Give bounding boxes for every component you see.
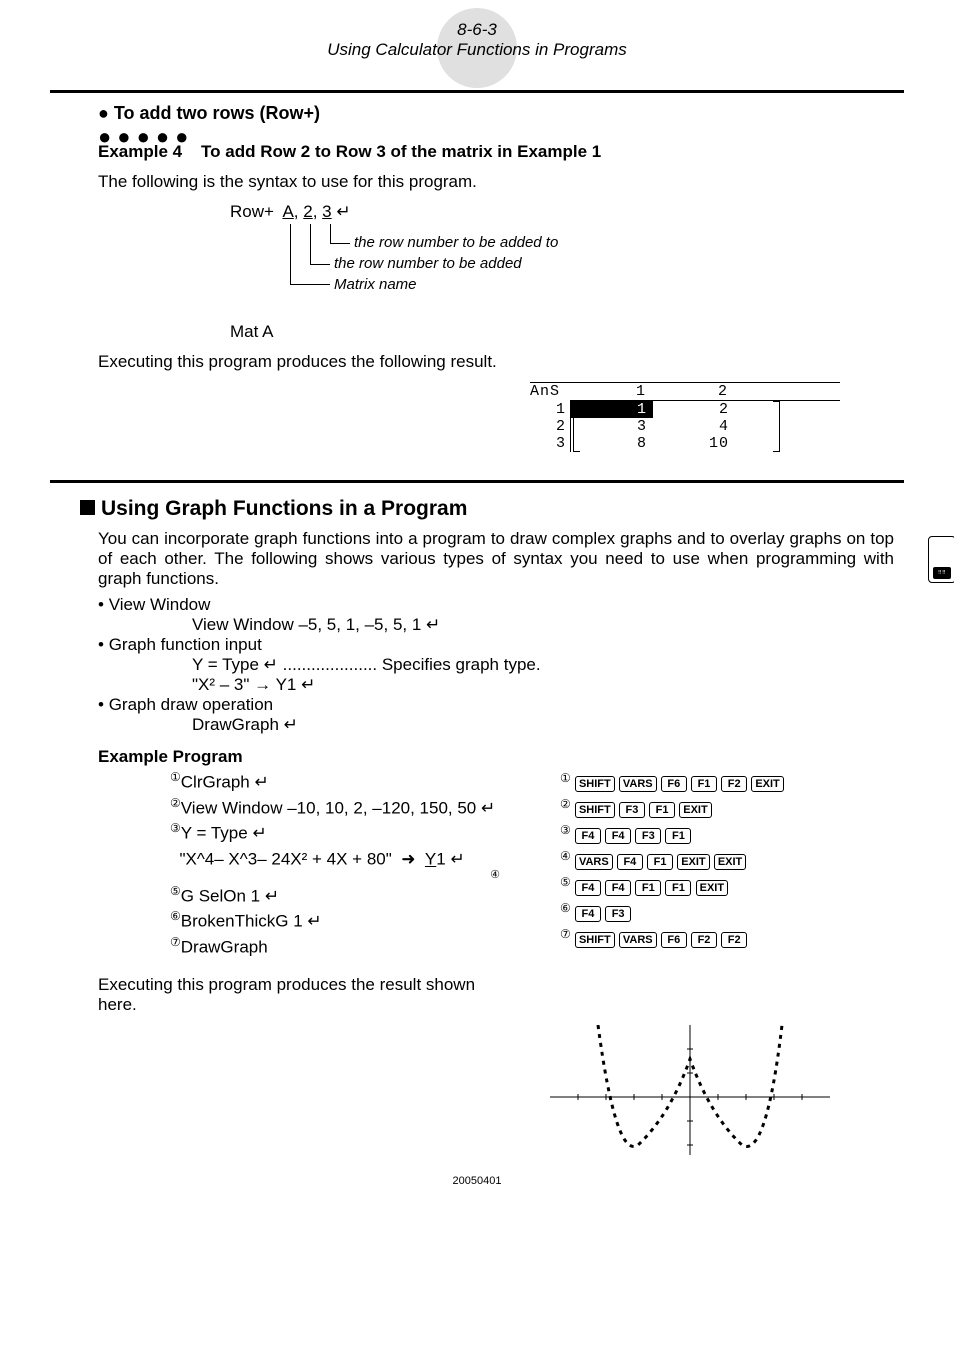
keycap: F3	[605, 906, 631, 922]
program-step: ⑤G SelOn 1 ↵	[170, 884, 530, 907]
keycap: EXIT	[714, 854, 746, 870]
keycap: F1	[635, 880, 661, 896]
key-sequence: ⑦ SHIFT VARS F6 F2 F2	[560, 927, 784, 949]
section-heading-row-plus: ● To add two rows (Row+)	[98, 103, 856, 124]
keycap: F4	[617, 854, 643, 870]
keycap: F6	[661, 776, 687, 792]
syntax-block: Row+ A, 2, 3 ↵ the row number to be adde…	[230, 202, 904, 342]
code-ytype: Y = Type ↵ .................... Specifie…	[192, 655, 904, 675]
page-header: 8-6-3 Using Calculator Functions in Prog…	[50, 20, 904, 60]
exec-text: Executing this program produces the foll…	[98, 352, 894, 372]
program-step: ①ClrGraph ↵	[170, 770, 530, 793]
keycap: F2	[721, 776, 747, 792]
bullet-graph-draw: • Graph draw operation	[98, 695, 904, 715]
key-sequence: ⑥ F4 F3	[560, 901, 784, 923]
result-text: Executing this program produces the resu…	[98, 975, 478, 1015]
code-x2minus3: "X² – 3" → Y1 ↵	[192, 675, 904, 695]
keycap: F3	[619, 802, 645, 818]
keycap: EXIT	[751, 776, 783, 792]
keycap: F2	[691, 932, 717, 948]
annot-row-to: the row number to be added to	[354, 234, 558, 251]
keycap: F4	[575, 880, 601, 896]
key-sequence: ⑤ F4 F4 F1 F1 EXIT	[560, 875, 784, 897]
key-sequence: ① SHIFT VARS F6 F1 F2 EXIT	[560, 771, 784, 793]
annot-row-added: the row number to be added	[334, 255, 522, 272]
key-sequence: ② SHIFT F3 F1 EXIT	[560, 797, 784, 819]
divider	[50, 480, 904, 483]
keycap: EXIT	[677, 854, 709, 870]
keycap: VARS	[619, 932, 657, 948]
keycap: F2	[721, 932, 747, 948]
keycap: VARS	[575, 854, 613, 870]
calculator-icon: ⠿⠿	[928, 536, 954, 583]
program-step: "X^4– X^3– 24X² + 4X + 80" ➜ Y1 ↵④	[170, 847, 530, 881]
keycap: F1	[649, 802, 675, 818]
annot-matrix-name: Matrix name	[334, 276, 417, 293]
page-title: Using Calculator Functions in Programs	[50, 40, 904, 60]
code-drawgraph: DrawGraph ↵	[192, 715, 904, 735]
footer-date: 20050401	[50, 1175, 904, 1187]
keycap: F4	[575, 906, 601, 922]
bullet-view-window: • View Window	[98, 595, 904, 615]
keycap: F3	[635, 828, 661, 844]
keycap: F4	[605, 880, 631, 896]
keycap: F4	[605, 828, 631, 844]
keycap: F1	[691, 776, 717, 792]
code-view-window: View Window –5, 5, 1, –5, 5, 1 ↵	[192, 615, 904, 635]
keycap: VARS	[619, 776, 657, 792]
keycap: F4	[575, 828, 601, 844]
keycap: F1	[647, 854, 673, 870]
keycap: F1	[665, 828, 691, 844]
program-step: ②View Window –10, 10, 2, –120, 150, 50 ↵	[170, 796, 530, 819]
program-step: ③Y = Type ↵	[170, 821, 530, 844]
key-sequence: ③ F4 F4 F3 F1	[560, 823, 784, 845]
mat-a-line: Mat A	[230, 322, 904, 342]
page-ref: 8-6-3	[50, 20, 904, 40]
keycap: SHIFT	[575, 802, 615, 818]
keycap: SHIFT	[575, 932, 615, 948]
keycap: F1	[665, 880, 691, 896]
keycap: EXIT	[679, 802, 711, 818]
graph-intro: You can incorporate graph functions into…	[98, 529, 894, 589]
matrix-result: AnS 1 2 1 2 3 1 2 3 4	[530, 382, 840, 452]
bullet-graph-input: • Graph function input	[98, 635, 904, 655]
intro-text: The following is the syntax to use for t…	[98, 172, 894, 192]
example-line: Example 4 To add Row 2 to Row 3 of the m…	[98, 142, 904, 162]
program-step: ⑥BrokenThickG 1 ↵	[170, 909, 530, 932]
decorative-dots: ●●●●●	[98, 132, 904, 142]
program-step: ⑦DrawGraph	[170, 935, 530, 958]
section-title-graph: Using Graph Functions in a Program	[80, 497, 904, 521]
key-sequence: ④ VARS F4 F1 EXIT EXIT	[560, 849, 784, 871]
graph-result	[550, 1025, 830, 1155]
example-program-block: ①ClrGraph ↵ ②View Window –10, 10, 2, –120…	[170, 767, 904, 961]
example-program-label: Example Program	[98, 747, 904, 767]
keycap: SHIFT	[575, 776, 615, 792]
divider	[50, 90, 904, 93]
keycap: F6	[661, 932, 687, 948]
keycap: EXIT	[696, 880, 728, 896]
